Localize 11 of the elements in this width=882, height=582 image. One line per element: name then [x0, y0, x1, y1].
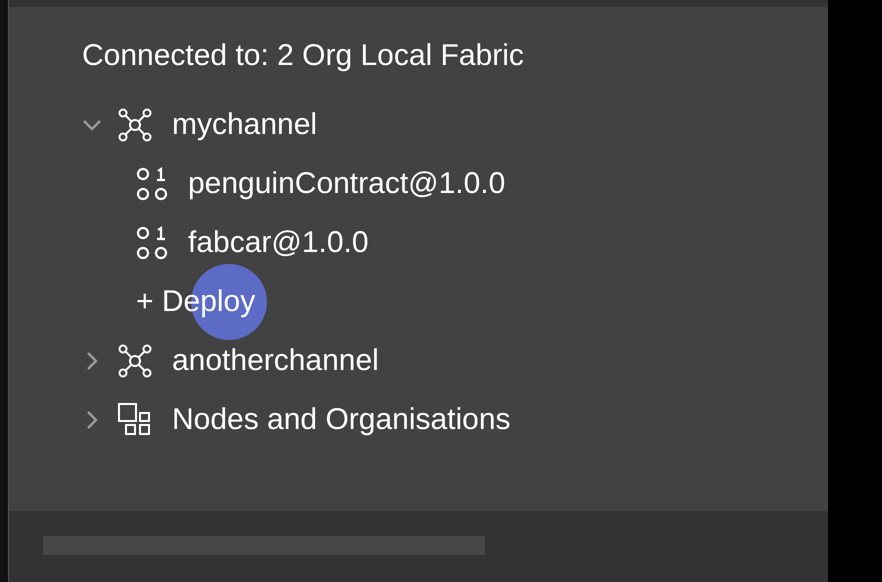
contract-icon [136, 166, 170, 200]
tree-item[interactable]: Nodes and Organisations [82, 390, 828, 449]
tree-item[interactable]: penguinContract@1.0.0 [136, 166, 506, 200]
network-icon [118, 108, 152, 142]
grid-icon [118, 402, 152, 436]
connection-label: Connected to: 2 Org Local Fabric [82, 38, 525, 74]
tree-item[interactable]: mychannel [82, 95, 828, 154]
tree-item[interactable]: anotherchannel [82, 331, 828, 390]
network-icon [118, 344, 152, 378]
tree-item[interactable]: fabcar@1.0.0 [136, 226, 369, 260]
contract-icon [136, 226, 170, 260]
